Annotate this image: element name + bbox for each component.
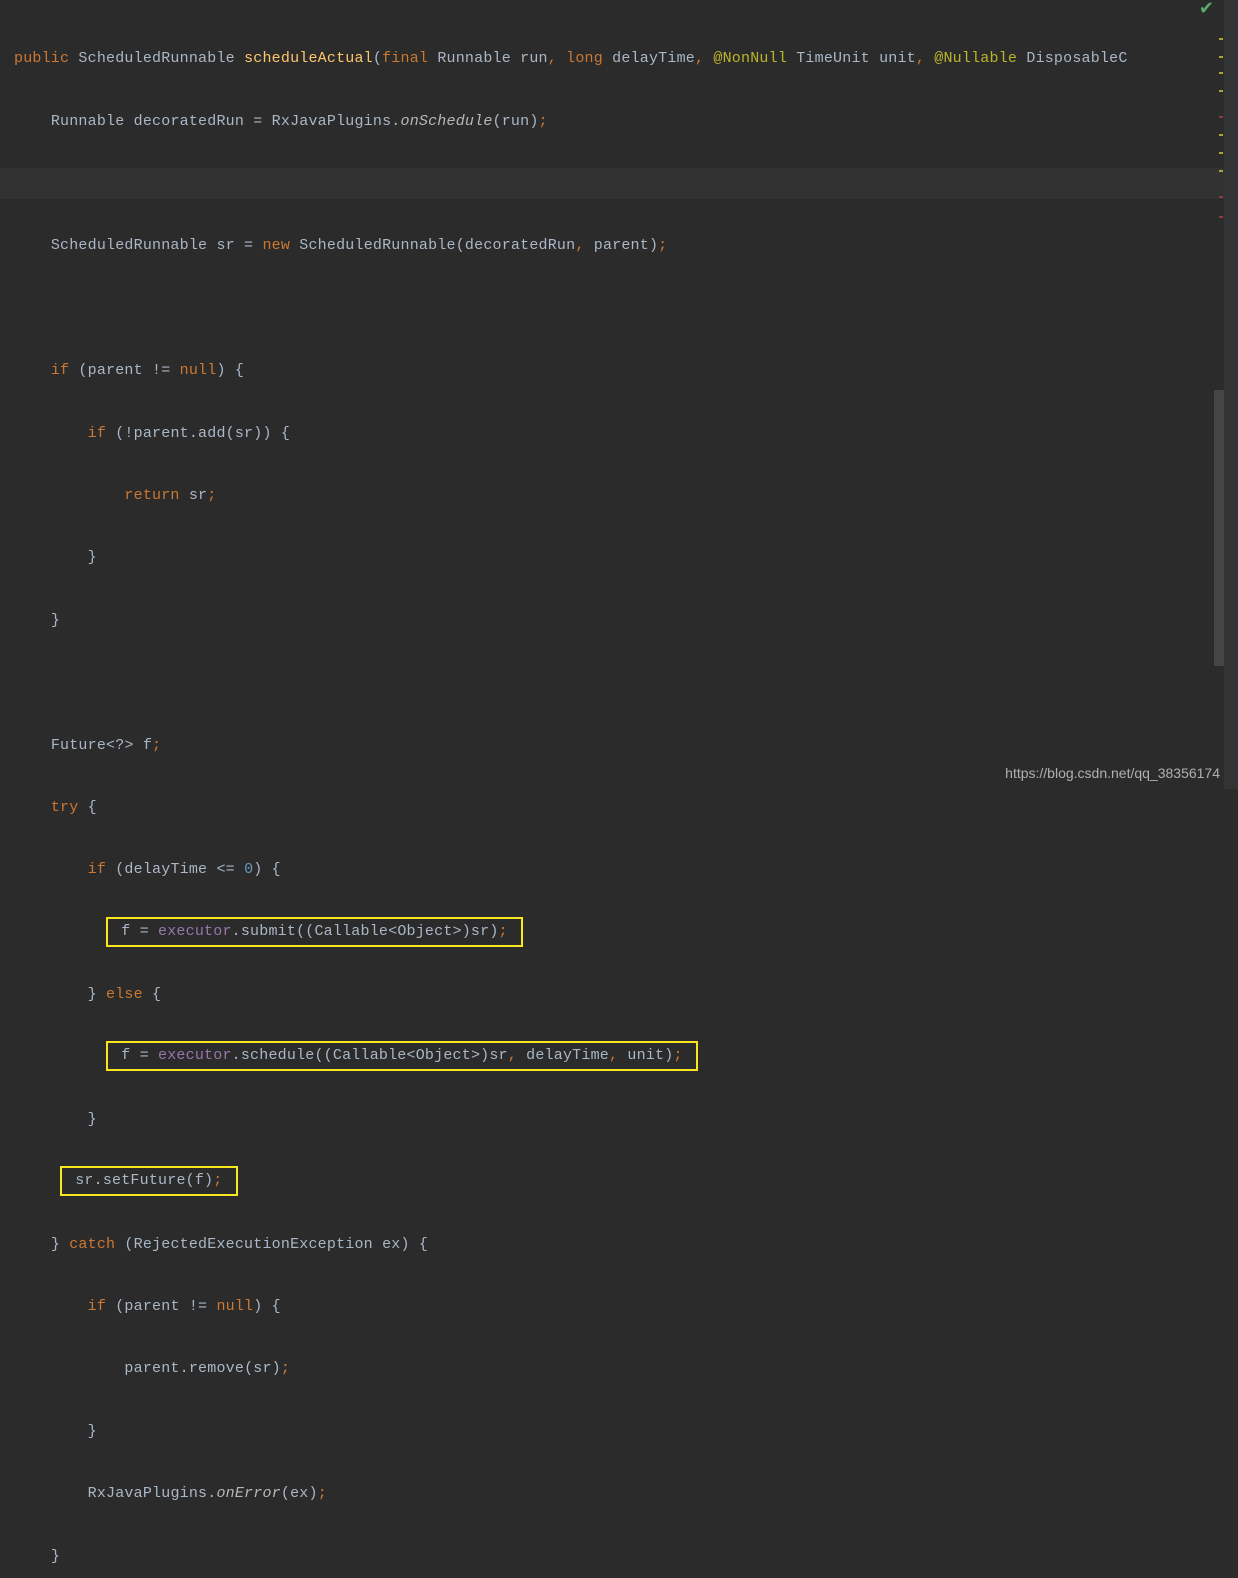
static-method: onSchedule <box>401 113 493 130</box>
highlight-box: f = executor.schedule((Callable<Object>)… <box>106 1041 698 1071</box>
code-line[interactable]: } <box>0 542 1238 573</box>
code-line[interactable]: public ScheduledRunnable scheduleActual(… <box>0 43 1238 74</box>
blank-line[interactable] <box>0 293 1238 324</box>
annotation-nonnull: @NonNull <box>713 50 787 67</box>
code-line[interactable]: parent.remove(sr); <box>0 1353 1238 1384</box>
code-line[interactable]: Future<?> f; <box>0 730 1238 761</box>
code-line[interactable]: if (parent != null) { <box>0 1291 1238 1322</box>
code-line[interactable]: } <box>0 605 1238 636</box>
keyword-public: public <box>14 50 69 67</box>
field-executor: executor <box>158 923 232 940</box>
code-line[interactable]: f = executor.submit((Callable<Object>)sr… <box>0 917 1238 948</box>
scrollbar-thumb[interactable] <box>1214 390 1224 666</box>
highlight-box: sr.setFuture(f); <box>60 1166 238 1196</box>
code-line[interactable]: try { <box>0 792 1238 823</box>
code-line[interactable]: f = executor.schedule((Callable<Object>)… <box>0 1041 1238 1072</box>
cursor-line[interactable] <box>0 168 1238 199</box>
method-name: scheduleActual <box>244 50 373 67</box>
code-line[interactable]: } <box>0 1104 1238 1135</box>
field-executor: executor <box>158 1047 232 1064</box>
code-line[interactable]: Runnable decoratedRun = RxJavaPlugins.on… <box>0 106 1238 137</box>
code-line[interactable]: return sr; <box>0 480 1238 511</box>
code-line[interactable]: RxJavaPlugins.onError(ex); <box>0 1478 1238 1509</box>
code-line[interactable]: } catch (RejectedExecutionException ex) … <box>0 1229 1238 1260</box>
annotation-nullable: @Nullable <box>934 50 1017 67</box>
code-line[interactable]: sr.setFuture(f); <box>0 1166 1238 1197</box>
code-line[interactable]: ScheduledRunnable sr = new ScheduledRunn… <box>0 230 1238 261</box>
code-line[interactable]: if (delayTime <= 0) { <box>0 854 1238 885</box>
code-line[interactable]: } <box>0 1416 1238 1447</box>
code-line[interactable]: if (!parent.add(sr)) { <box>0 418 1238 449</box>
vertical-scrollbar[interactable] <box>1214 0 1224 789</box>
gutter-minimap[interactable] <box>1224 0 1238 789</box>
code-line[interactable]: } else { <box>0 979 1238 1010</box>
code-line[interactable]: } <box>0 1541 1238 1572</box>
static-method: onError <box>216 1485 280 1502</box>
code-line[interactable]: if (parent != null) { <box>0 355 1238 386</box>
check-icon: ✔ <box>1199 0 1214 20</box>
watermark-text: https://blog.csdn.net/qq_38356174 <box>1005 765 1220 781</box>
code-area[interactable]: public ScheduledRunnable scheduleActual(… <box>0 0 1238 1578</box>
blank-line[interactable] <box>0 667 1238 698</box>
highlight-box: f = executor.submit((Callable<Object>)sr… <box>106 917 523 947</box>
code-editor[interactable]: public ScheduledRunnable scheduleActual(… <box>0 0 1238 789</box>
